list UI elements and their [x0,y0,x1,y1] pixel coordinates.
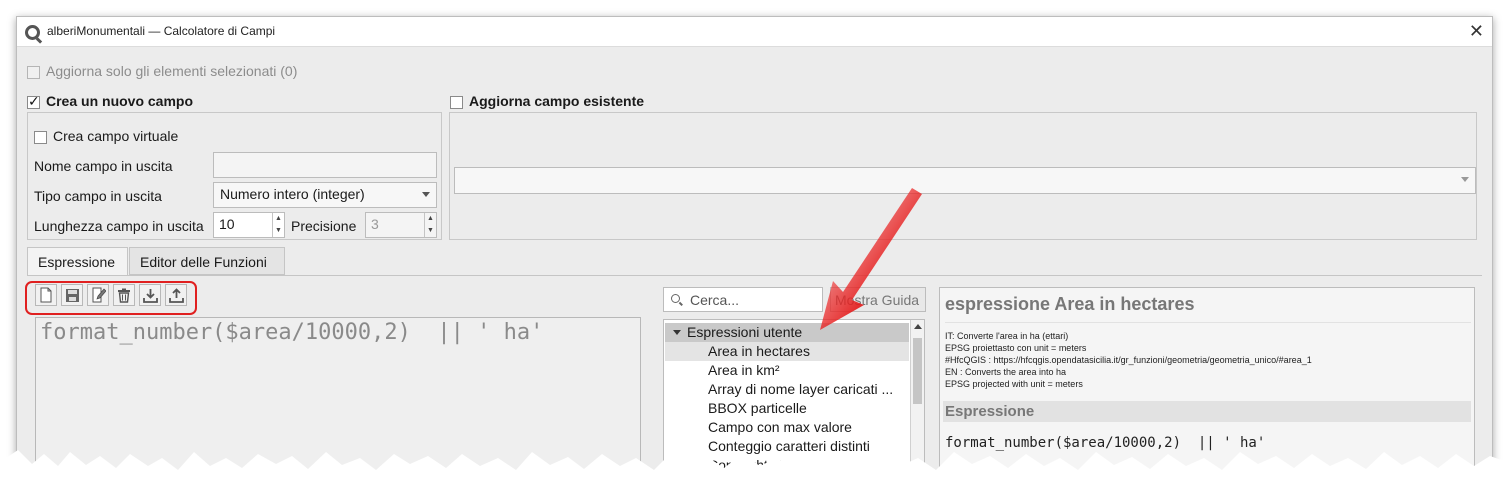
expand-arrow-icon[interactable] [673,330,681,335]
update-selected-only-label: Aggiorna solo gli elementi selezionati (… [46,63,298,79]
tree-scrollbar[interactable] [910,320,924,485]
checkbox-box[interactable] [27,93,40,110]
existing-field-select[interactable] [454,167,1476,194]
help-line: EN : Converts the area into ha [945,367,1067,377]
divider [945,322,1471,323]
tree-group-label: Espressioni utente [687,324,803,340]
title-bar: alberiMonumentali — Calcolatore di Campi… [17,17,1492,47]
virtual-field-checkbox[interactable]: Crea campo virtuale [34,128,178,144]
new-field-group: Crea campo virtuale Nome campo in uscita… [27,112,442,240]
precision-value: 3 [371,216,379,232]
help-line: EPSG projected with unit = meters [945,379,1083,389]
tree-item[interactable]: Array di nome layer caricati ... [665,380,909,399]
tab-expression[interactable]: Espressione [27,247,128,276]
field-calculator-dialog: alberiMonumentali — Calcolatore di Campi… [16,16,1493,486]
output-length-label: Lunghezza campo in uscita [34,218,204,234]
update-existing-group [449,112,1477,240]
scroll-thumb[interactable] [913,338,922,404]
tree-item[interactable]: Conteggio caratteri distinti [665,437,909,456]
update-selected-only-checkbox[interactable]: Aggiorna solo gli elementi selezionati (… [27,63,297,79]
virtual-field-label: Crea campo virtuale [53,128,179,144]
spin-buttons[interactable]: ▲ ▼ [424,213,436,237]
help-description: IT: Converte l'area in ha (ettari) EPSG … [945,330,1312,390]
output-type-select[interactable]: Numero intero (integer) [213,182,437,208]
tree-item[interactable]: Campo con max valore [665,418,909,437]
output-name-input[interactable] [213,152,437,178]
window-title: alberiMonumentali — Calcolatore di Campi [47,24,276,38]
spin-down-icon[interactable]: ▼ [425,225,436,237]
output-type-value: Numero intero (integer) [220,186,365,202]
chevron-down-icon [422,192,430,197]
scroll-up-icon[interactable] [914,324,922,329]
spin-up-icon[interactable]: ▲ [273,213,284,225]
search-icon [671,294,680,303]
output-type-label: Tipo campo in uscita [34,188,162,204]
update-existing-field-label: Aggiorna campo esistente [469,93,645,109]
help-line: IT: Converte l'area in ha (ettari) [945,331,1069,341]
help-line: #HfcQGIS : https://hfcqgis.opendatasicil… [945,355,1312,365]
spin-up-icon[interactable]: ▲ [425,213,436,225]
toolbar-highlight-annotation [25,281,197,315]
output-name-label: Nome campo in uscita [34,158,173,174]
checkbox-box[interactable] [34,130,47,144]
expression-editor[interactable]: format_number($area/10000,2) || ' ha' [35,317,641,485]
tab-divider [27,275,1482,276]
update-existing-field-checkbox[interactable]: Aggiorna campo esistente [450,93,644,109]
show-help-button[interactable]: Mostra Guida [830,287,926,312]
output-length-spinbox[interactable]: 10 ▲ ▼ [213,212,285,238]
precision-spinbox[interactable]: 3 ▲ ▼ [365,212,437,238]
precision-label: Precisione [291,218,357,234]
checkbox-box[interactable] [27,65,40,79]
help-line: EPSG proiettasto con unit = meters [945,343,1087,353]
checkbox-box[interactable] [450,95,463,109]
tab-function-editor[interactable]: Editor delle Funzioni [129,247,285,275]
help-section-header: Espressione [943,401,1471,422]
help-expression-code: format_number($area/10000,2) || ' ha' [945,435,1266,451]
tree-item[interactable]: Area in km² [665,361,909,380]
function-tree[interactable]: Espressioni utente Area in hectares Area… [663,319,925,485]
output-length-value: 10 [219,216,235,232]
close-icon[interactable]: ✕ [1469,21,1484,41]
chevron-down-icon [1461,177,1469,182]
tree-item[interactable]: BBOX particelle [665,399,909,418]
help-title: espressione Area in hectares [945,294,1195,314]
function-search-input[interactable]: Cerca... [663,287,823,312]
create-new-field-checkbox[interactable]: Crea un nuovo campo [27,93,194,110]
create-new-field-label: Crea un nuovo campo [46,93,194,109]
spin-down-icon[interactable]: ▼ [273,225,284,237]
tree-item[interactable]: Area in hectares [665,342,909,361]
help-panel: espressione Area in hectares IT: Convert… [939,287,1475,485]
tree-group-user-expressions[interactable]: Espressioni utente [665,323,909,342]
tree-item[interactable]: Copyright_1 [665,456,909,475]
qgis-logo-icon [25,25,40,40]
spin-buttons[interactable]: ▲ ▼ [272,213,284,237]
